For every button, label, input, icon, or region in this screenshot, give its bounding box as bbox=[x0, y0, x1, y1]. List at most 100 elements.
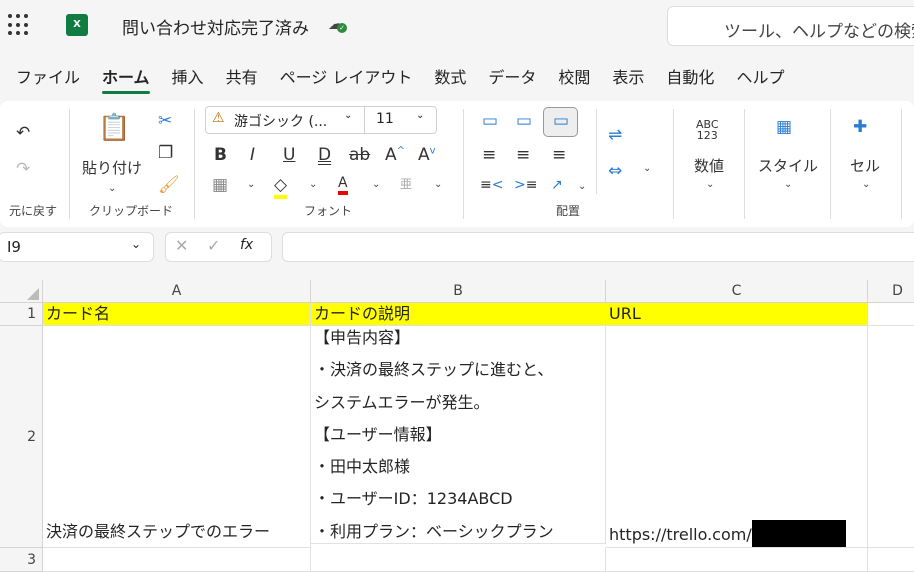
double-underline-icon[interactable]: D bbox=[318, 145, 331, 165]
chevron-down-icon[interactable]: ⌄ bbox=[643, 163, 651, 174]
chevron-down-icon[interactable]: ⌄ bbox=[416, 110, 424, 121]
tab-view[interactable]: 表示 bbox=[612, 64, 644, 94]
cut-icon[interactable]: ✂ bbox=[158, 111, 172, 131]
phonetic-icon[interactable]: 亜 bbox=[400, 175, 412, 192]
formula-actions: ✕ ✓ fx bbox=[165, 232, 272, 262]
cell-b2[interactable]: 【申告内容】 ・決済の最終ステップに進むと、 システムエラーが発生。 【ユーザー… bbox=[311, 322, 606, 544]
underline-icon[interactable]: U bbox=[283, 145, 295, 165]
align-right-icon[interactable]: ≡ bbox=[552, 145, 566, 165]
chevron-down-icon[interactable]: ⌄ bbox=[434, 179, 442, 190]
cloud-saved-icon[interactable]: ☁ ✓ bbox=[328, 14, 347, 33]
column-header-c[interactable]: C bbox=[606, 280, 868, 303]
tab-share[interactable]: 共有 bbox=[226, 64, 258, 94]
url-text: https://trello.com/ bbox=[609, 525, 752, 544]
cell-c3[interactable] bbox=[606, 548, 868, 572]
undo-icon[interactable]: ↶ bbox=[16, 123, 30, 143]
document-title[interactable]: 問い合わせ対応完了済み bbox=[122, 14, 309, 39]
tab-insert[interactable]: 挿入 bbox=[172, 64, 204, 94]
chevron-down-icon[interactable]: ⌄ bbox=[706, 179, 714, 190]
name-box[interactable]: I9 ⌄ bbox=[0, 232, 154, 262]
orientation-icon[interactable]: ↗ bbox=[551, 177, 563, 193]
align-middle-icon[interactable]: ▭ bbox=[516, 111, 532, 131]
cell-a1[interactable]: カード名 bbox=[43, 303, 311, 326]
cell-c1[interactable]: URL bbox=[606, 303, 868, 326]
paste-chevron-icon[interactable]: ⌄ bbox=[108, 183, 116, 194]
insert-function-icon[interactable]: fx bbox=[240, 237, 253, 253]
ribbon: ↶ ↷ 元に戻す 📋 貼り付け ⌄ ✂ ❐ 🖌 クリップボード ⚠ 游ゴシック … bbox=[0, 101, 914, 227]
chevron-down-icon[interactable]: ⌄ bbox=[784, 179, 792, 190]
ribbon-tabs: ファイル ホーム 挿入 共有 ページ レイアウト 数式 データ 校閲 表示 自動… bbox=[16, 64, 806, 94]
tab-home[interactable]: ホーム bbox=[102, 64, 150, 94]
borders-icon[interactable]: ▦ bbox=[212, 175, 228, 195]
tab-page-layout[interactable]: ページ レイアウト bbox=[280, 64, 413, 94]
cell-a3[interactable] bbox=[43, 548, 311, 572]
cells-button[interactable]: セル bbox=[850, 155, 880, 176]
paste-button[interactable]: 貼り付け bbox=[82, 157, 142, 178]
cancel-icon[interactable]: ✕ bbox=[175, 236, 188, 255]
title-bar: X 問い合わせ対応完了済み ☁ ✓ ツール、ヘルプなどの検索 bbox=[0, 0, 914, 50]
styles-icon: ▦ bbox=[776, 117, 793, 137]
column-header-b[interactable]: B bbox=[311, 280, 606, 303]
decrease-font-size-icon[interactable]: Av bbox=[418, 145, 436, 165]
increase-indent-icon[interactable]: >≡ bbox=[514, 177, 537, 193]
align-center-icon[interactable]: ≡ bbox=[516, 145, 530, 165]
alignment-group-label: 配置 bbox=[556, 204, 581, 218]
merge-center-icon[interactable]: ⇔ bbox=[608, 161, 622, 181]
tab-help[interactable]: ヘルプ bbox=[736, 64, 784, 94]
format-painter-icon[interactable]: 🖌 bbox=[158, 175, 180, 195]
enter-icon[interactable]: ✓ bbox=[207, 236, 220, 255]
tab-review[interactable]: 校閲 bbox=[558, 64, 590, 94]
cell-d1[interactable] bbox=[868, 303, 914, 326]
column-header-a[interactable]: A bbox=[43, 280, 311, 303]
column-header-d[interactable]: D bbox=[868, 280, 914, 303]
font-name-dropdown[interactable]: 游ゴシック (... bbox=[234, 111, 327, 131]
fill-color-icon[interactable]: ◇ bbox=[274, 175, 288, 199]
cell-b3[interactable] bbox=[311, 548, 606, 572]
tab-formulas[interactable]: 数式 bbox=[434, 64, 466, 94]
italic-icon[interactable]: I bbox=[250, 145, 255, 165]
row-header-2[interactable]: 2 bbox=[0, 326, 43, 548]
strikethrough-icon[interactable]: ab bbox=[349, 145, 370, 165]
chevron-down-icon[interactable]: ⌄ bbox=[247, 179, 255, 190]
cells-icon: ✚ bbox=[853, 117, 868, 137]
select-all-corner[interactable] bbox=[0, 280, 43, 303]
cell-c2[interactable]: https://trello.com/ bbox=[606, 326, 868, 548]
chevron-down-icon[interactable]: ⌄ bbox=[372, 179, 380, 190]
align-top-icon[interactable]: ▭ bbox=[482, 111, 498, 131]
bold-icon[interactable]: B bbox=[214, 145, 227, 165]
font-color-icon[interactable]: A bbox=[338, 175, 348, 195]
undo-group-label: 元に戻す bbox=[9, 204, 58, 218]
increase-font-size-icon[interactable]: A^ bbox=[385, 145, 405, 165]
cell-d3[interactable] bbox=[868, 548, 914, 572]
redo-icon[interactable]: ↷ bbox=[16, 159, 30, 179]
tab-file[interactable]: ファイル bbox=[16, 64, 80, 94]
cell-a2[interactable]: 決済の最終ステップでのエラー bbox=[43, 326, 311, 548]
number-format-button[interactable]: 数値 bbox=[694, 155, 724, 176]
wrap-text-icon[interactable]: ⇌ bbox=[608, 125, 622, 145]
paste-icon[interactable]: 📋 bbox=[98, 113, 130, 143]
formula-input[interactable] bbox=[282, 232, 914, 262]
chevron-down-icon[interactable]: ⌄ bbox=[578, 181, 586, 192]
row-header-1[interactable]: 1 bbox=[0, 303, 43, 326]
font-group-label: フォント bbox=[304, 204, 353, 218]
tab-automate[interactable]: 自動化 bbox=[666, 64, 714, 94]
decrease-indent-icon[interactable]: ≡< bbox=[480, 177, 503, 193]
font-size-dropdown[interactable]: 11 bbox=[376, 111, 394, 127]
chevron-down-icon[interactable]: ⌄ bbox=[131, 237, 141, 251]
cell-d2[interactable] bbox=[868, 326, 914, 548]
cell-line: システムエラーが発生。 bbox=[314, 392, 490, 412]
styles-button[interactable]: スタイル bbox=[758, 155, 818, 176]
excel-logo-icon: X bbox=[66, 14, 88, 36]
cell-line: ・決済の最終ステップに進むと、 bbox=[314, 360, 554, 380]
tab-data[interactable]: データ bbox=[488, 64, 536, 94]
align-bottom-button[interactable]: ▭ bbox=[543, 107, 578, 137]
search-input[interactable]: ツール、ヘルプなどの検索 bbox=[667, 6, 914, 46]
align-left-icon[interactable]: ≡ bbox=[482, 145, 496, 165]
app-launcher-icon[interactable] bbox=[8, 14, 30, 36]
chevron-down-icon[interactable]: ⌄ bbox=[309, 179, 317, 190]
chevron-down-icon[interactable]: ⌄ bbox=[344, 110, 352, 121]
chevron-down-icon[interactable]: ⌄ bbox=[862, 179, 870, 190]
row-header-3[interactable]: 3 bbox=[0, 548, 43, 572]
cell-line: 【申告内容】 bbox=[314, 328, 411, 347]
copy-icon[interactable]: ❐ bbox=[158, 143, 173, 163]
